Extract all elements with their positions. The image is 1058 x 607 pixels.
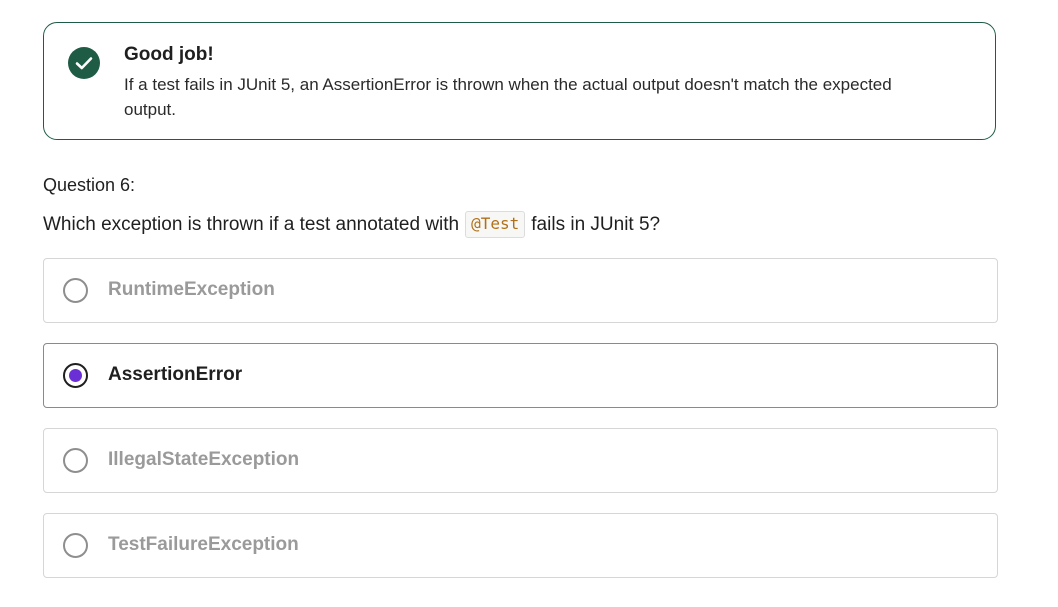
question-text: Which exception is thrown if a test anno… <box>43 211 660 238</box>
option-label: TestFailureException <box>108 534 299 555</box>
option-test-failure-exception[interactable]: TestFailureException <box>43 513 998 578</box>
check-icon <box>68 47 100 79</box>
option-runtime-exception[interactable]: RuntimeException <box>43 258 998 323</box>
option-label: AssertionError <box>108 364 243 385</box>
feedback-title: Good job! <box>124 44 214 65</box>
option-assertion-error[interactable]: AssertionError <box>43 343 998 408</box>
radio-button[interactable] <box>63 278 88 303</box>
code-snippet: @Test <box>465 211 526 238</box>
question-text-after: fails in JUnit 5? <box>531 213 661 235</box>
radio-selected-dot <box>69 369 82 382</box>
radio-button-selected[interactable] <box>63 363 88 388</box>
question-number: Question 6: <box>43 175 136 195</box>
radio-button[interactable] <box>63 533 88 558</box>
option-label: RuntimeException <box>108 279 275 300</box>
question-text-before: Which exception is thrown if a test anno… <box>43 213 460 235</box>
feedback-text: If a test fails in JUnit 5, an Assertion… <box>124 75 892 119</box>
radio-button[interactable] <box>63 448 88 473</box>
option-label: IllegalStateException <box>108 449 300 470</box>
feedback-banner: Good job! If a test fails in JUnit 5, an… <box>43 22 996 140</box>
option-illegal-state-exception[interactable]: IllegalStateException <box>43 428 998 493</box>
